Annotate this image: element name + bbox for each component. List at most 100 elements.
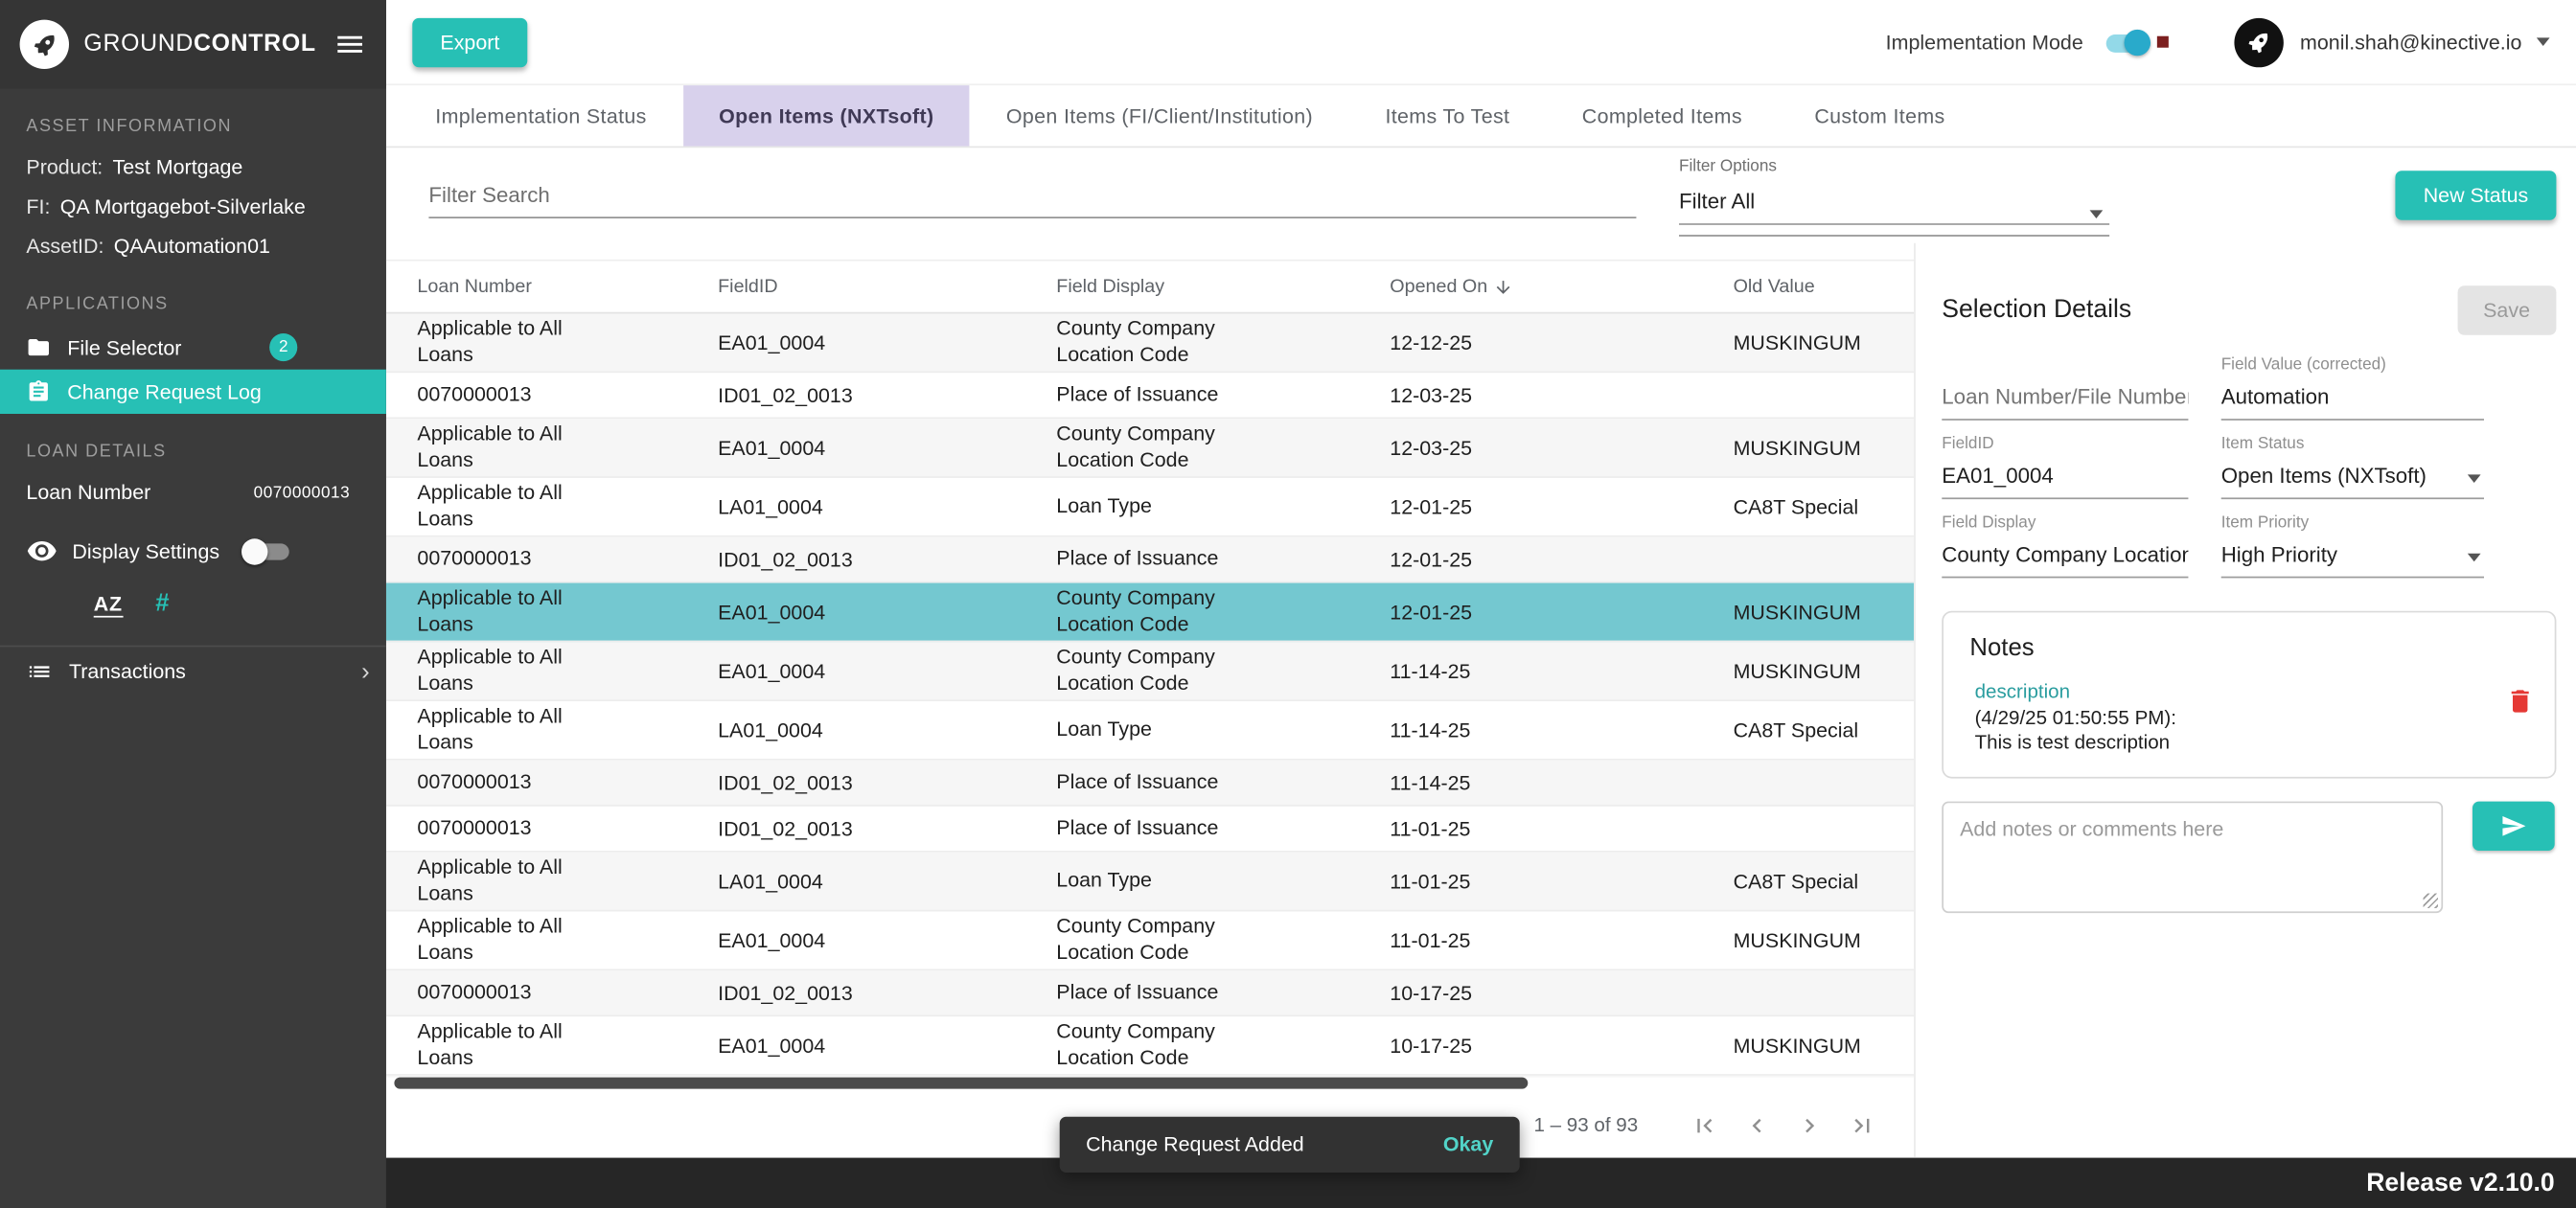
delete-note-button[interactable] [2505,687,2535,717]
table-row[interactable]: 0070000013 ID01_02_0013 Place of Issuanc… [385,970,1915,1017]
filter-search-input[interactable] [428,172,1637,218]
last-page-button[interactable] [1835,1099,1888,1151]
chevron-right-icon: › [361,657,370,686]
app-root: GROUNDCONTROL ASSET INFORMATION Product:… [0,0,2576,1208]
table-row[interactable]: 0070000013 ID01_02_0013 Place of Issuanc… [385,536,1915,583]
chevron-down-icon[interactable] [2536,37,2550,46]
cell-loan-number: Applicable to All Loans [417,645,563,695]
loan-number-input[interactable] [1942,377,2189,421]
cell-loan-number: Applicable to All Loans [417,481,563,530]
sidebar-item-file-selector[interactable]: File Selector 2 [0,325,386,369]
next-page-button[interactable] [1782,1099,1835,1151]
table-row[interactable]: Applicable to All Loans EA01_0004 County… [385,1016,1915,1076]
table-row[interactable]: 0070000013 ID01_02_0013 Place of Issuanc… [385,807,1915,853]
add-note-textarea[interactable] [1942,800,2444,913]
cell-opened-on: 11-14-25 [1390,770,1471,794]
cell-field-id: EA01_0004 [718,600,826,624]
resize-handle[interactable] [2423,892,2438,908]
table-row[interactable]: Applicable to All Loans EA01_0004 County… [385,419,1915,478]
filter-options-value: Filter All [1679,181,2110,224]
cell-loan-number: 0070000013 [417,769,532,793]
selection-details-panel: Selection Details Save Field Value (corr… [1914,242,2576,1158]
send-icon [2502,815,2526,835]
sort-descending-icon [1497,280,1511,293]
filter-options-select[interactable]: Filter Options Filter All [1679,155,2110,236]
first-page-button[interactable] [1677,1099,1730,1151]
hamburger-menu-icon[interactable] [334,28,366,60]
display-settings-label: Display Settings [72,539,220,563]
user-avatar[interactable] [2234,17,2284,67]
cell-field-id: LA01_0004 [718,718,823,741]
implementation-mode-toggle[interactable] [2103,29,2155,56]
cell-loan-number: 0070000013 [417,815,532,839]
table-row[interactable]: Applicable to All Loans EA01_0004 County… [385,313,1915,374]
app-logo-text: GROUNDCONTROL [83,31,316,57]
table-row[interactable]: Applicable to All Loans LA01_0004 Loan T… [385,478,1915,537]
cell-opened-on: 11-01-25 [1390,869,1471,893]
toggle-indicator [2156,35,2169,48]
display-settings-toggle[interactable] [241,537,293,564]
new-status-button[interactable]: New Status [2395,171,2557,220]
cell-opened-on: 12-01-25 [1390,494,1473,518]
field-id-input[interactable]: EA01_0004 [1942,457,2189,500]
cell-opened-on: 11-01-25 [1390,928,1471,952]
table-row[interactable]: Applicable to All Loans LA01_0004 Loan T… [385,701,1915,761]
add-note-row [1942,800,2556,913]
col-loan-number[interactable]: Loan Number [417,277,718,297]
field-value-input[interactable]: Automation [2220,377,2484,421]
col-opened-on[interactable]: Opened On [1390,277,1733,296]
tab-implementation-status[interactable]: Implementation Status [400,85,683,146]
main-area: Export Implementation Mode monil.shah@ki… [385,0,2576,1158]
field-display-input[interactable]: County Company Location Code [1942,536,2189,579]
table-row[interactable]: Applicable to All Loans LA01_0004 Loan T… [385,852,1915,912]
tab-items-to-test[interactable]: Items To Test [1349,85,1546,146]
first-page-icon [1696,1118,1712,1132]
snackbar: Change Request Added Okay [1059,1116,1520,1173]
scrollbar-thumb[interactable] [394,1077,1529,1089]
export-button[interactable]: Export [412,17,528,67]
table-row[interactable]: Applicable to All Loans EA01_0004 County… [385,582,1915,643]
user-email[interactable]: monil.shah@kinective.io [2300,31,2521,54]
chevron-left-icon [1751,1118,1760,1132]
cell-field-display: Loan Type [1056,717,1152,741]
cell-old-value: MUSKINGUM [1733,1034,1861,1058]
tab-open-items-nxtsoft[interactable]: Open Items (NXTsoft) [682,85,971,147]
save-button[interactable]: Save [2456,285,2557,335]
snackbar-okay-button[interactable]: Okay [1443,1133,1493,1156]
tab-completed-items[interactable]: Completed Items [1546,85,1779,146]
cell-opened-on: 11-14-25 [1390,718,1471,741]
sidebar: GROUNDCONTROL ASSET INFORMATION Product:… [0,0,386,1208]
table-row[interactable]: Applicable to All Loans EA01_0004 County… [385,911,1915,971]
item-status-select[interactable]: Open Items (NXTsoft) [2220,457,2484,500]
col-field-display[interactable]: Field Display [1056,277,1390,297]
sidebar-item-change-request-log[interactable]: Change Request Log [0,369,386,414]
tab-open-items-fi-client-institution[interactable]: Open Items (FI/Client/Institution) [970,85,1349,146]
tab-custom-items[interactable]: Custom Items [1779,85,1982,146]
item-priority-select[interactable]: High Priority [2220,536,2484,579]
number-sign-icon[interactable]: # [155,589,169,617]
cell-loan-number: 0070000013 [417,546,532,570]
sidebar-item-transactions[interactable]: Transactions › [0,647,386,695]
file-selector-badge: 2 [269,333,298,362]
cell-opened-on: 12-01-25 [1390,600,1473,624]
dropdown-arrow-icon [2089,209,2104,218]
previous-page-button[interactable] [1730,1099,1782,1151]
section-asset-information: ASSET INFORMATION [26,116,233,137]
cell-field-display: County Company Location Code [1056,316,1215,366]
cell-field-id: EA01_0004 [718,436,826,460]
col-old-value[interactable]: Old Value [1734,277,1915,297]
sort-alpha-icon[interactable]: AZ [93,592,124,617]
send-note-button[interactable] [2472,800,2555,851]
cell-loan-number: Applicable to All Loans [417,586,563,635]
notes-title: Notes [1969,633,2035,662]
section-loan-details: LOAN DETAILS [26,442,167,462]
table-row[interactable]: Applicable to All Loans EA01_0004 County… [385,642,1915,701]
table-row[interactable]: 0070000013 ID01_02_0013 Place of Issuanc… [385,373,1915,420]
cell-loan-number: Applicable to All Loans [417,704,563,753]
top-bar: Export Implementation Mode monil.shah@ki… [385,0,2576,86]
col-field-id[interactable]: FieldID [718,277,1056,297]
change-request-table: Loan Number FieldID Field Display Opened… [385,243,1915,1158]
cell-loan-number: Applicable to All Loans [417,855,563,904]
cell-opened-on: 11-01-25 [1390,816,1471,840]
table-row[interactable]: 0070000013 ID01_02_0013 Place of Issuanc… [385,760,1915,807]
